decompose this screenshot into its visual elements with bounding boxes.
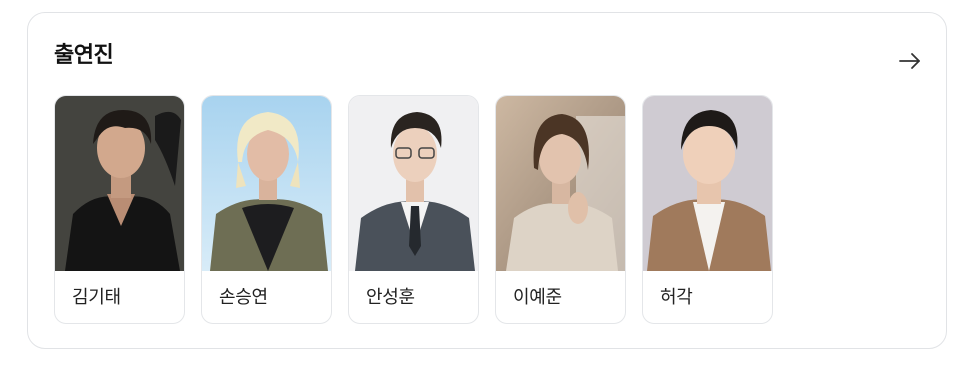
see-all-button[interactable] bbox=[896, 47, 924, 75]
cast-photo bbox=[202, 96, 331, 271]
cast-name: 허각 bbox=[660, 287, 693, 308]
cast-name: 손승연 bbox=[219, 287, 268, 308]
cast-photo bbox=[496, 96, 625, 271]
cast-item[interactable]: 허각 bbox=[642, 95, 773, 324]
cast-name: 이예준 bbox=[513, 287, 562, 308]
section-title: 출연진 bbox=[54, 43, 114, 68]
cast-photo bbox=[349, 96, 478, 271]
cast-list: 김기태 손승연 안성훈 이예준 허각 bbox=[54, 95, 773, 324]
cast-item[interactable]: 김기태 bbox=[54, 95, 185, 324]
cast-item[interactable]: 안성훈 bbox=[348, 95, 479, 324]
cast-name: 안성훈 bbox=[366, 287, 415, 308]
cast-name: 김기태 bbox=[72, 287, 121, 308]
cast-item[interactable]: 이예준 bbox=[495, 95, 626, 324]
arrow-right-icon bbox=[899, 53, 920, 69]
cast-card: 출연진 김기태 손승연 안성훈 이예준 허각 bbox=[27, 12, 947, 349]
cast-item[interactable]: 손승연 bbox=[201, 95, 332, 324]
cast-photo bbox=[643, 96, 772, 271]
cast-photo bbox=[55, 96, 184, 271]
